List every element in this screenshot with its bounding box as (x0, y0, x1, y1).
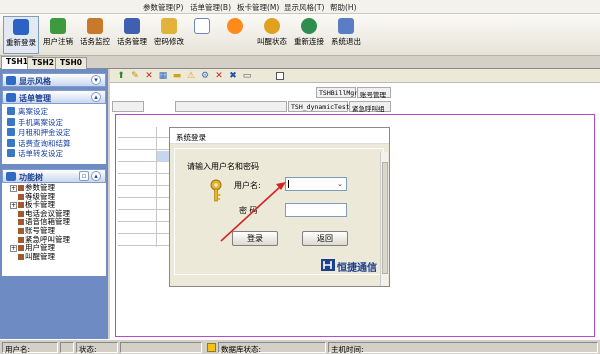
status-db: 数据库状态: (218, 342, 326, 354)
status-sep (60, 342, 74, 353)
database-icon (207, 343, 216, 352)
status-blank (120, 342, 202, 353)
status-bar: 用户名: 状态: 数据库状态: 主机时间: (0, 339, 600, 354)
annotation-arrow (220, 182, 286, 242)
status-host-time: 主机时间: (328, 342, 598, 354)
status-user: 用户名: (2, 342, 58, 354)
status-state: 状态: (76, 342, 118, 354)
